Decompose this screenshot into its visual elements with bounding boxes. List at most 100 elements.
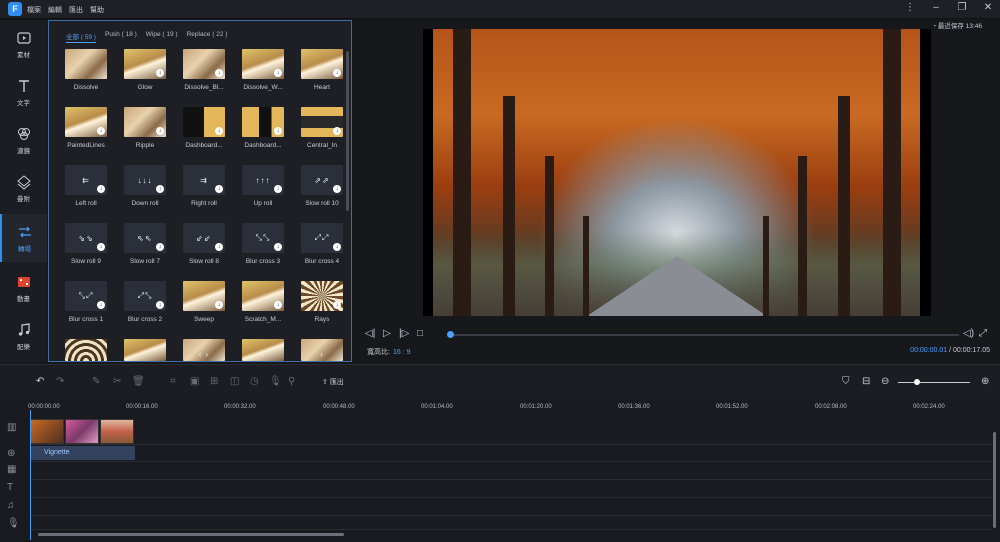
transition-tile[interactable]: ⇘⇘ ↓ Slow roll 9	[65, 223, 107, 265]
transition-tile[interactable]: ⇇ ↓ Left roll	[65, 165, 107, 207]
tab-push[interactable]: Push ( 18 )	[105, 31, 137, 43]
download-icon[interactable]: ↓	[215, 127, 223, 135]
overlay-track-icon[interactable]: ▦	[7, 464, 16, 475]
transition-tile[interactable]: Dissolve	[65, 49, 107, 91]
close-icon[interactable]: ✕	[982, 2, 994, 13]
rail-item-filter[interactable]: 濾鏡	[0, 116, 47, 164]
transition-tile[interactable]	[124, 339, 166, 361]
download-icon[interactable]: ↓	[274, 301, 282, 309]
panel-scrollbar[interactable]	[346, 51, 349, 211]
transition-tile[interactable]: ⇗⇗ ↓ Slow roll 10	[301, 165, 343, 207]
transition-tile[interactable]: ↓ Rays	[301, 281, 343, 323]
tab-replace[interactable]: Replace ( 22 )	[187, 31, 228, 43]
transition-tile[interactable]: ⇙⇙ ↓ Slow roll 8	[183, 223, 225, 265]
video-clip[interactable]	[30, 419, 64, 444]
transition-tile[interactable]: ↓ Dissolve_W...	[242, 49, 284, 91]
transition-tile[interactable]: ⤡⤡ ↓ Blur cross 3	[242, 223, 284, 265]
transition-tile[interactable]: ↓ Sweep	[183, 281, 225, 323]
download-icon[interactable]: ↓	[333, 127, 341, 135]
rail-item-transition[interactable]: 轉場	[0, 214, 47, 262]
filter-track[interactable]	[30, 445, 992, 462]
music-track[interactable]	[30, 498, 992, 516]
snapshot-icon[interactable]: ◫	[230, 376, 239, 387]
mosaic-icon[interactable]: ▣	[190, 376, 199, 387]
video-clip[interactable]	[100, 419, 134, 444]
transition-tile[interactable]: ⇖⇖ ↓ Slow roll 7	[124, 223, 166, 265]
stop-icon[interactable]: □	[417, 328, 423, 339]
download-icon[interactable]: ↓	[274, 243, 282, 251]
volume-icon[interactable]: ◁)	[963, 328, 974, 339]
video-track-icon[interactable]: ▥	[7, 422, 16, 433]
zoom-slider-knob[interactable]	[914, 379, 920, 385]
transition-tile[interactable]: ↓ Central_In	[301, 107, 343, 149]
download-icon[interactable]: ↓	[333, 243, 341, 251]
transition-tile[interactable]: ⤢⤢ ↓ Blur cross 4	[301, 223, 343, 265]
text-track[interactable]	[30, 480, 992, 498]
edit-icon[interactable]: ✎	[92, 376, 100, 387]
download-icon[interactable]: ↓	[97, 185, 105, 193]
speed-icon[interactable]: ◷	[250, 376, 259, 387]
download-icon[interactable]: ↓	[156, 243, 164, 251]
freeze-icon[interactable]: ⊞	[210, 376, 218, 387]
previous-frame-icon[interactable]: ◁|	[365, 328, 375, 339]
download-icon[interactable]: ↓	[215, 243, 223, 251]
transition-tile[interactable]	[65, 339, 107, 361]
transition-tile[interactable]: ↑↑↑ ↓ Up roll	[242, 165, 284, 207]
menu-item-edit[interactable]: 編輯	[48, 5, 62, 15]
fullscreen-icon[interactable]: ⤢	[979, 328, 987, 339]
menu-item-help[interactable]: 幫助	[90, 5, 104, 15]
transition-tile[interactable]: ↓ PaintedLines	[65, 107, 107, 149]
transition-tile[interactable]: ›	[301, 339, 343, 361]
download-icon[interactable]: ↓	[333, 185, 341, 193]
video-clip[interactable]	[65, 419, 99, 444]
transition-tile[interactable]: ⤡⤢ ↓ Blur cross 1	[65, 281, 107, 323]
menu-item-file[interactable]: 檔案	[27, 5, 41, 15]
record-icon[interactable]: 🎙	[269, 376, 282, 387]
delete-icon[interactable]: 🗑	[132, 376, 145, 387]
download-icon[interactable]: ↓	[97, 127, 105, 135]
split-icon[interactable]: ✂	[113, 376, 121, 387]
undo-icon[interactable]: ↶	[36, 376, 44, 387]
timeline-vertical-scrollbar[interactable]	[993, 432, 996, 528]
download-icon[interactable]: ↓	[274, 185, 282, 193]
download-icon[interactable]: ↓	[97, 301, 105, 309]
rail-item-media[interactable]: 素材	[0, 20, 47, 68]
play-icon[interactable]: ▷	[383, 328, 391, 339]
export-button[interactable]: ⇪ 匯出	[322, 377, 344, 387]
download-icon[interactable]: ↓	[274, 69, 282, 77]
zoom-slider[interactable]	[898, 382, 970, 383]
rail-item-overlay[interactable]: 疊附	[0, 164, 47, 212]
overlay-track[interactable]	[30, 462, 992, 480]
transition-tile[interactable]: ↓ Dashboard...	[242, 107, 284, 149]
transition-tile[interactable]: ↓ Dissolve_Bl...	[183, 49, 225, 91]
transition-tile[interactable]: ↓ Dashboard...	[183, 107, 225, 149]
download-icon[interactable]: ↓	[156, 69, 164, 77]
fit-icon[interactable]: ⊟	[862, 376, 870, 387]
zoom-out-icon[interactable]: ⊖	[881, 376, 889, 387]
transition-tile[interactable]: ↓ Heart	[301, 49, 343, 91]
color-icon[interactable]: ⚲	[288, 376, 295, 387]
next-frame-icon[interactable]: |▷	[399, 328, 409, 339]
minimize-icon[interactable]: –	[930, 2, 942, 13]
download-icon[interactable]: ↓	[215, 301, 223, 309]
transition-tile[interactable]: ↓↓↓ ↓ Down roll	[124, 165, 166, 207]
download-icon[interactable]: ↓	[215, 69, 223, 77]
progress-knob[interactable]	[447, 331, 454, 338]
transition-tile[interactable]: ⇉ ↓ Right roll	[183, 165, 225, 207]
transition-tile[interactable]: ↓ Scratch_M...	[242, 281, 284, 323]
crop-icon[interactable]: ⌗	[170, 376, 176, 387]
voice-track[interactable]	[30, 516, 992, 530]
playback-progress[interactable]	[447, 331, 959, 338]
download-icon[interactable]: ↓	[97, 243, 105, 251]
transition-tile[interactable]: ⤢⤡ ↓ Blur cross 2	[124, 281, 166, 323]
download-icon[interactable]: ↓	[156, 185, 164, 193]
download-icon[interactable]: ↓	[274, 127, 282, 135]
redo-icon[interactable]: ↷	[56, 376, 64, 387]
playhead[interactable]	[30, 410, 31, 540]
zoom-in-icon[interactable]: ⊕	[981, 376, 989, 387]
more-vertical-icon[interactable]: ⋮	[904, 2, 916, 13]
rail-item-text[interactable]: 文字	[0, 68, 47, 116]
transition-tile[interactable]: ↓ Glow	[124, 49, 166, 91]
rail-item-animation[interactable]: 動畫	[0, 264, 47, 312]
marker-icon[interactable]: ⛉	[842, 376, 850, 387]
